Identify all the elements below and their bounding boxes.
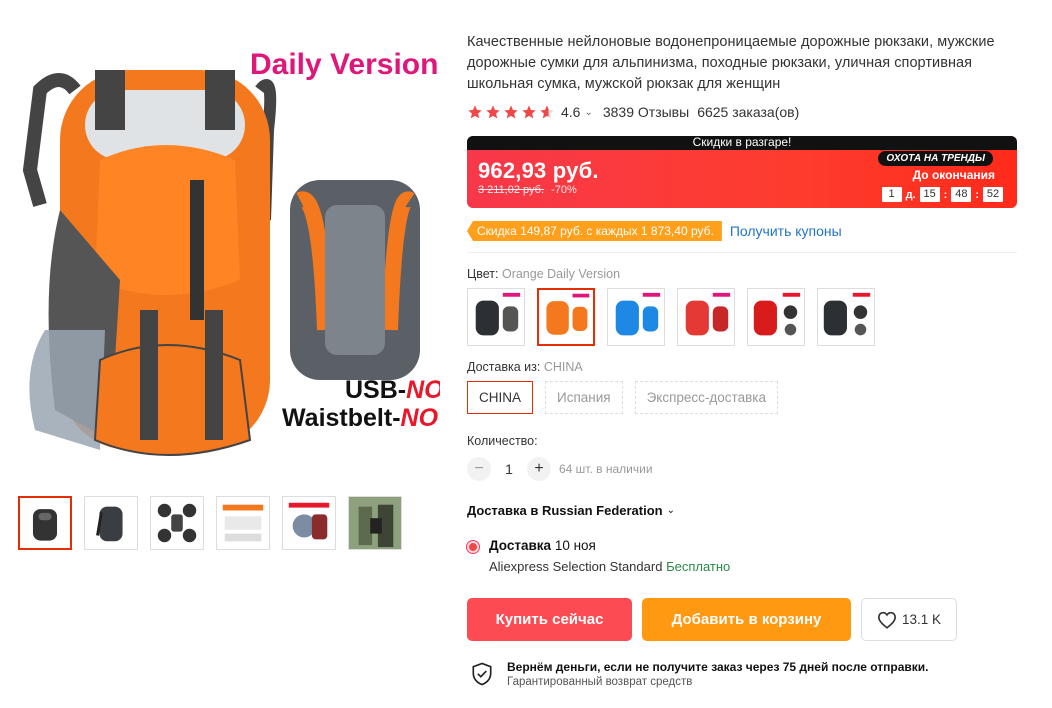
timer-minutes: 48 bbox=[951, 187, 972, 202]
rating-value: 4.6 bbox=[561, 104, 581, 120]
wishlist-button[interactable]: 13.1 K bbox=[861, 598, 957, 641]
shield-check-icon bbox=[472, 662, 492, 686]
product-info: Качественные нейлоновые водонепроницаемы… bbox=[467, 32, 1022, 688]
thumbnail-5[interactable] bbox=[282, 496, 336, 550]
quantity-stepper: − + 64 шт. в наличии bbox=[467, 457, 1022, 481]
thumbnail-4[interactable] bbox=[216, 496, 270, 550]
radio-selected-icon[interactable] bbox=[467, 541, 479, 553]
get-coupons-link[interactable]: Получить купоны bbox=[730, 223, 842, 239]
ship-from-label: Доставка из: CHINA bbox=[467, 360, 583, 374]
trend-badge: ОХОТА НА ТРЕНДЫ bbox=[878, 151, 993, 166]
star-half-icon bbox=[540, 105, 554, 119]
color-swatches bbox=[467, 288, 1022, 346]
rating-stars[interactable] bbox=[467, 104, 555, 120]
heart-icon bbox=[877, 611, 896, 629]
timer-seconds: 52 bbox=[983, 187, 1003, 202]
coupon-tag[interactable]: Скидка 149,87 руб. с каждых 1 873,40 руб… bbox=[467, 221, 722, 241]
delivery-date: 10 ноя bbox=[554, 538, 596, 553]
star-icon bbox=[468, 105, 482, 119]
guarantee-title: Вернём деньги, если не получите заказ че… bbox=[507, 660, 929, 674]
ship-from-options: CHINA Испания Экспресс-доставка bbox=[467, 381, 1022, 414]
buy-now-button[interactable]: Купить сейчас bbox=[467, 598, 632, 641]
svg-text:Waistbelt-NO: Waistbelt-NO bbox=[282, 404, 439, 432]
timer-sep: : bbox=[943, 188, 948, 201]
timer-days-suffix: д. bbox=[905, 188, 916, 201]
swatch-black-plus[interactable] bbox=[817, 288, 875, 346]
swatch-red-plus[interactable] bbox=[747, 288, 805, 346]
quantity-label: Количество: bbox=[467, 434, 538, 448]
svg-text:USB-NO: USB-NO bbox=[345, 376, 440, 404]
timer-hours: 15 bbox=[919, 187, 940, 202]
backpack-back-illustration bbox=[290, 180, 420, 380]
promo-header: Скидки в разгаре! bbox=[467, 136, 1017, 150]
stock-count: 64 шт. в наличии bbox=[559, 462, 653, 476]
delivery-destination[interactable]: Доставка в Russian Federation ⌄ bbox=[467, 503, 1022, 518]
chevron-down-icon: ⌄ bbox=[666, 505, 675, 516]
swatch-red[interactable] bbox=[677, 288, 735, 346]
buyer-protection: Вернём деньги, если не получите заказ че… bbox=[467, 660, 1022, 688]
thumbnail-2[interactable] bbox=[84, 496, 138, 550]
countdown-label: До окончания bbox=[912, 168, 995, 182]
discount-percent: -70% bbox=[551, 184, 577, 196]
color-label: Цвет: Orange Daily Version bbox=[467, 267, 621, 281]
orders-count: 6625 заказа(ов) bbox=[697, 104, 800, 120]
add-to-cart-button[interactable]: Добавить в корзину bbox=[642, 598, 851, 641]
timer-days: 1 bbox=[881, 187, 902, 202]
svg-text:Daily Version: Daily Version bbox=[250, 48, 438, 81]
brand-text: Daily Version bbox=[250, 48, 438, 81]
quantity-input[interactable] bbox=[491, 461, 527, 477]
reviews-count[interactable]: 3839 Отзывы bbox=[603, 104, 689, 120]
main-product-image[interactable]: Daily Version USB-NO Waistbelt-NO bbox=[0, 30, 440, 475]
selected-color: Orange Daily Version bbox=[501, 267, 621, 281]
delivery-service: Aliexpress Selection Standard bbox=[489, 559, 663, 574]
rating-row: 4.6 ⌄ 3839 Отзывы 6625 заказа(ов) bbox=[467, 102, 1022, 122]
quantity-increase-button[interactable]: + bbox=[527, 457, 551, 481]
star-icon bbox=[486, 105, 500, 119]
thumbnail-strip bbox=[18, 496, 402, 550]
current-price: 962,93 руб. bbox=[478, 158, 599, 183]
action-buttons: Купить сейчас Добавить в корзину 13.1 K bbox=[467, 598, 1022, 641]
swatch-blue[interactable] bbox=[607, 288, 665, 346]
backpack-large-illustration bbox=[22, 70, 277, 456]
star-icon bbox=[522, 105, 536, 119]
product-title: Качественные нейлоновые водонепроницаемы… bbox=[467, 34, 995, 92]
delivery-price: Бесплатно bbox=[666, 559, 731, 574]
wishlist-count: 13.1 K bbox=[901, 612, 942, 627]
swatch-black[interactable] bbox=[467, 288, 525, 346]
coupon-row: Скидка 149,87 руб. с каждых 1 873,40 руб… bbox=[467, 221, 1022, 241]
old-price-row: 3 211,02 руб. -70% bbox=[478, 184, 577, 196]
chevron-down-icon[interactable]: ⌄ bbox=[584, 107, 592, 118]
thumbnail-6[interactable] bbox=[348, 496, 402, 550]
star-icon bbox=[504, 105, 518, 119]
quantity-decrease-button[interactable]: − bbox=[467, 457, 491, 481]
promo-banner: Скидки в разгаре! 962,93 руб. 3 211,02 р… bbox=[467, 136, 1017, 208]
swatch-orange[interactable] bbox=[537, 288, 595, 346]
delivery-title: Доставка bbox=[489, 538, 552, 553]
delivery-option[interactable]: Доставка 10 ноя Aliexpress Selection Sta… bbox=[467, 538, 1022, 574]
ship-option-china[interactable]: CHINA bbox=[467, 381, 534, 414]
ship-option-express[interactable]: Экспресс-доставка bbox=[634, 381, 778, 414]
ship-from-selected: CHINA bbox=[543, 360, 583, 374]
product-gallery: Daily Version USB-NO Waistbelt-NO bbox=[0, 0, 440, 560]
thumbnail-3[interactable] bbox=[150, 496, 204, 550]
old-price: 3 211,02 руб. bbox=[478, 184, 545, 196]
ship-option-spain[interactable]: Испания bbox=[545, 381, 623, 414]
thumbnail-1[interactable] bbox=[18, 496, 72, 550]
divider bbox=[467, 252, 1017, 253]
timer-sep: : bbox=[975, 188, 979, 201]
countdown-timer: 1 д. 15 : 48 : 52 bbox=[881, 187, 1003, 202]
guarantee-subtitle: Гарантированный возврат средств bbox=[507, 676, 693, 688]
